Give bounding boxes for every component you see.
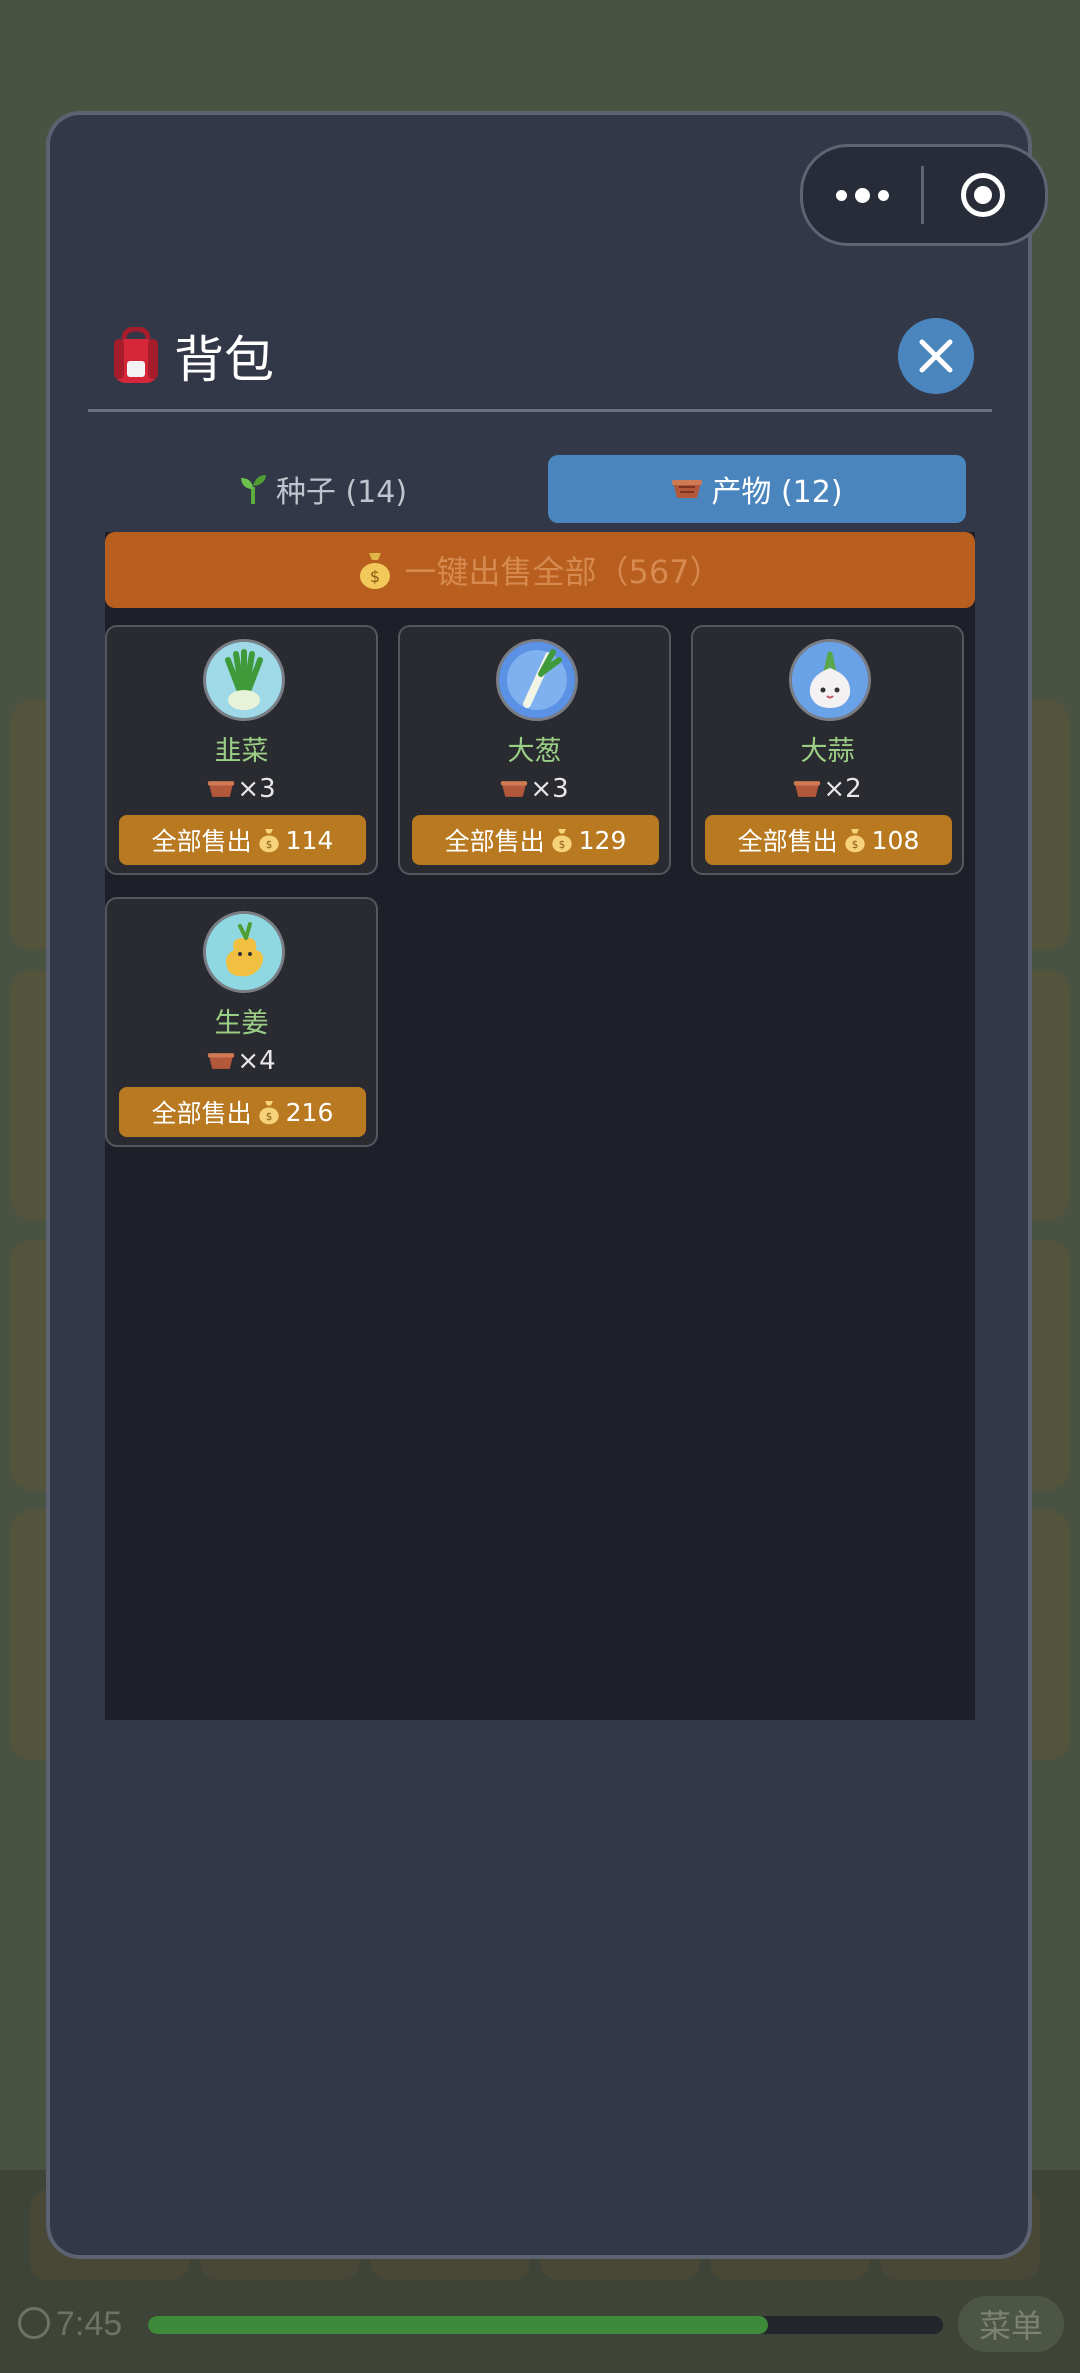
dialog-header: 背包	[110, 320, 274, 392]
game-clock: 7:45	[18, 2305, 122, 2344]
sell-item-price: 216	[285, 1097, 334, 1127]
tab-products[interactable]: 产物 (12)	[548, 455, 966, 523]
sell-item-label: 全部售出	[444, 827, 545, 856]
money-bag-icon: $	[551, 829, 572, 853]
basket-icon	[208, 1053, 235, 1069]
item-card-scallion: 大葱 ×3 全部售出 $ 129	[398, 625, 671, 875]
money-bag-icon: $	[258, 1101, 279, 1125]
backpack-icon	[110, 326, 162, 385]
item-name: 大葱	[507, 736, 562, 767]
basket-icon	[672, 480, 703, 498]
mini-program-capsule	[800, 144, 1048, 246]
item-card-garlic: 大蒜 ×2 全部售出 $ 108	[691, 625, 964, 875]
money-bag-icon: $	[258, 829, 279, 853]
item-count-value: ×3	[237, 774, 276, 804]
money-bag-icon: $	[844, 829, 865, 853]
sell-item-price: 114	[285, 825, 334, 855]
sell-all-button[interactable]: $ 一键出售全部（567）	[105, 532, 975, 608]
close-icon	[919, 339, 953, 373]
item-name: 大蒜	[800, 736, 855, 767]
menu-button[interactable]: 菜单	[958, 2296, 1064, 2352]
sell-item-label: 全部售出	[737, 827, 838, 856]
item-count-value: ×4	[237, 1046, 276, 1076]
sprout-icon	[240, 475, 266, 504]
chives-icon	[203, 639, 285, 721]
sell-item-price: 129	[578, 825, 627, 855]
svg-text:$: $	[558, 839, 565, 851]
sell-all-label: 一键出售全部（567）	[404, 553, 722, 591]
sell-item-price: 108	[871, 825, 920, 855]
tab-seeds[interactable]: 种子 (14)	[105, 455, 540, 523]
sell-item-button[interactable]: 全部售出 $ 108	[705, 815, 952, 865]
item-count-value: ×2	[823, 774, 862, 804]
sell-item-button[interactable]: 全部售出 $ 114	[119, 815, 366, 865]
item-count: ×3	[107, 774, 376, 804]
day-progress-fill	[148, 2316, 769, 2334]
scallion-icon	[496, 639, 578, 721]
svg-text:$: $	[265, 1111, 272, 1123]
basket-icon	[794, 781, 821, 797]
sell-item-button[interactable]: 全部售出 $ 216	[119, 1087, 366, 1137]
item-card-chives: 韭菜 ×3 全部售出 $ 114	[105, 625, 378, 875]
day-progress-bar	[148, 2316, 943, 2334]
clock-time: 7:45	[56, 2305, 123, 2343]
sell-item-label: 全部售出	[151, 827, 252, 856]
clock-icon	[18, 2307, 50, 2339]
item-count: ×3	[400, 774, 669, 804]
svg-text:$: $	[370, 567, 380, 586]
more-dots-icon[interactable]	[803, 187, 921, 203]
money-bag-icon: $	[360, 553, 391, 589]
sell-item-button[interactable]: 全部售出 $ 129	[412, 815, 659, 865]
dialog-title: 背包	[174, 331, 274, 389]
item-card-ginger: 生姜 ×4 全部售出 $ 216	[105, 897, 378, 1147]
svg-text:$: $	[265, 839, 272, 851]
item-count: ×4	[107, 1046, 376, 1076]
tab-seeds-label: 种子 (14)	[275, 475, 408, 510]
close-button[interactable]	[898, 318, 974, 394]
svg-text:$: $	[851, 839, 858, 851]
item-name: 生姜	[214, 1008, 269, 1039]
item-count-value: ×3	[530, 774, 569, 804]
target-icon[interactable]	[924, 173, 1042, 217]
basket-icon	[208, 781, 235, 797]
item-count: ×2	[693, 774, 962, 804]
garlic-icon	[789, 639, 871, 721]
tab-products-label: 产物 (12)	[711, 475, 843, 510]
header-divider	[88, 409, 992, 412]
ginger-icon	[203, 911, 285, 993]
sell-item-label: 全部售出	[151, 1099, 252, 1128]
item-name: 韭菜	[214, 736, 269, 767]
basket-icon	[501, 781, 528, 797]
